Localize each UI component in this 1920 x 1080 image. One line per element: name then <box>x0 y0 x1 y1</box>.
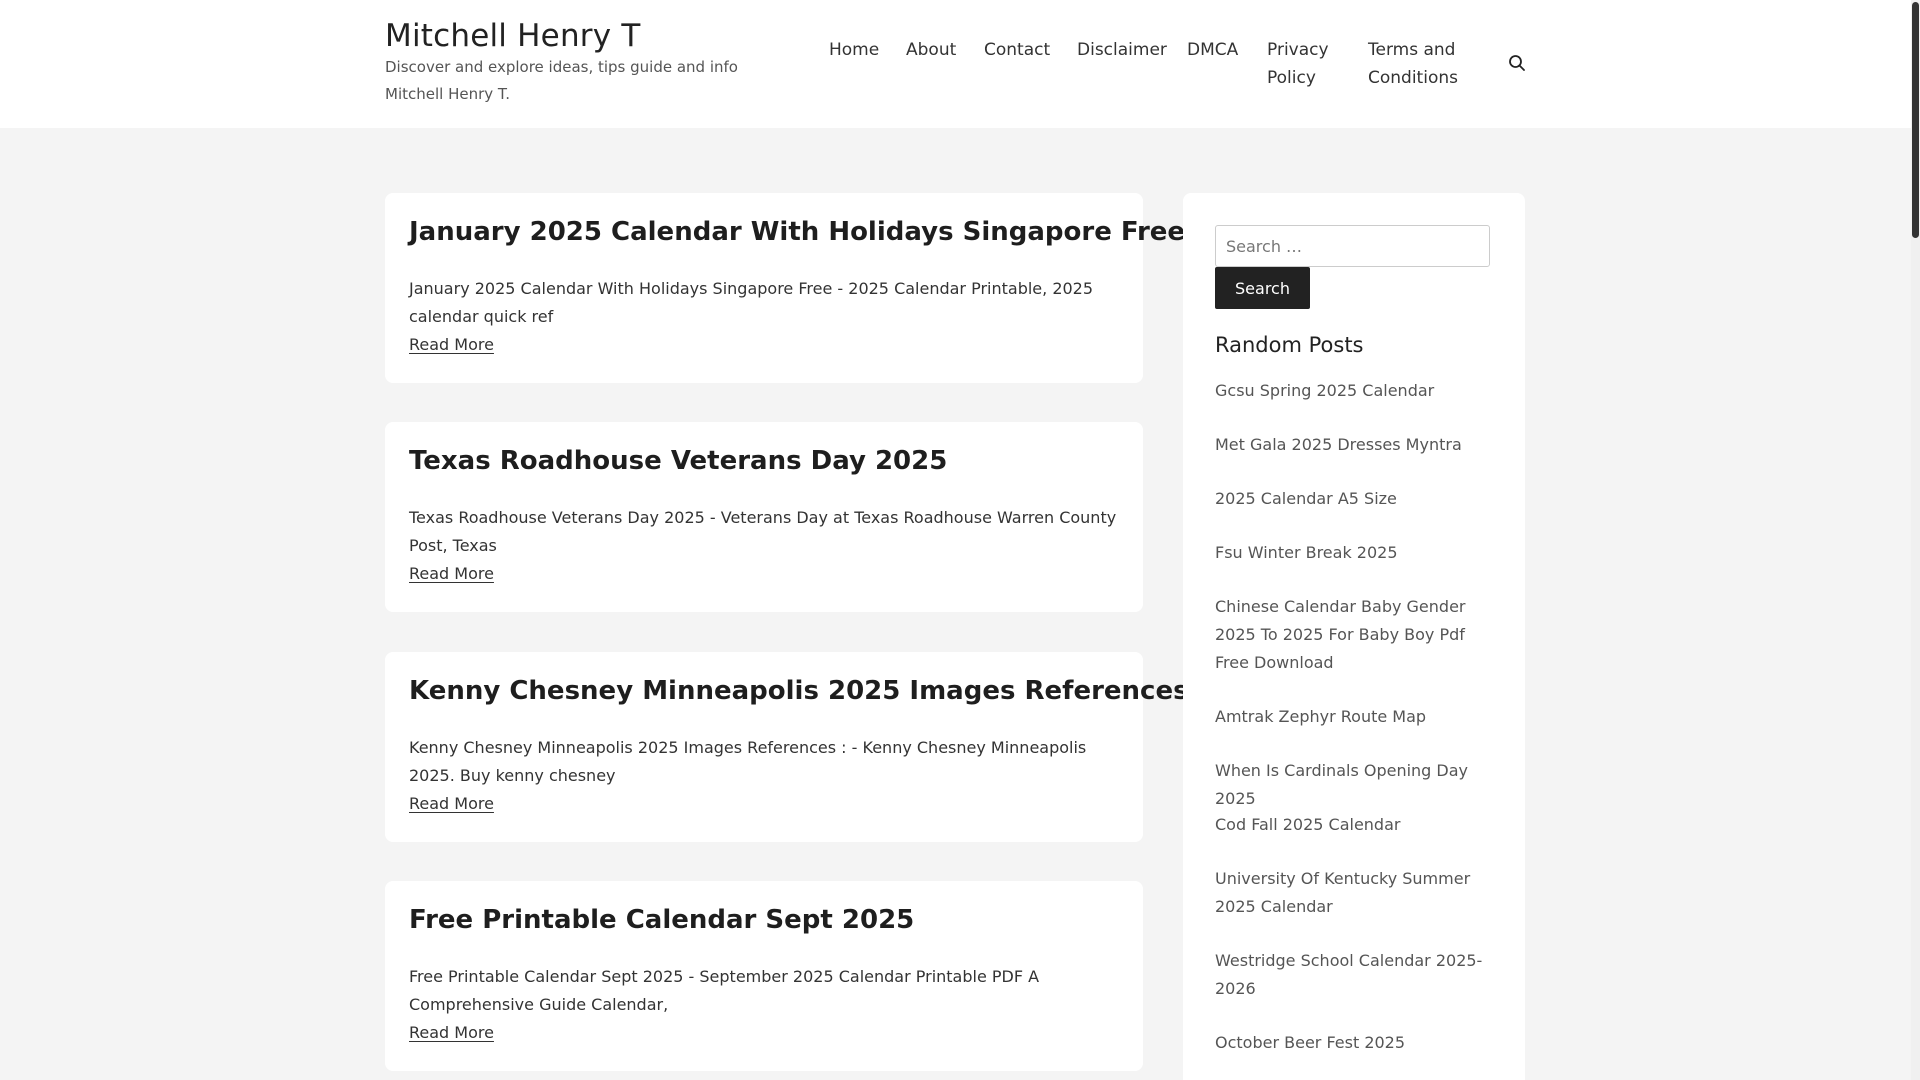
scrollbar[interactable] <box>1911 0 1920 1080</box>
site-description: Discover and explore ideas, tips guide a… <box>385 58 738 103</box>
read-more-link[interactable]: Read More <box>409 560 494 588</box>
search-icon[interactable] <box>1508 54 1526 72</box>
random-post-link[interactable]: Met Gala 2025 Dresses Myntra <box>1215 431 1501 459</box>
random-post-link[interactable]: University Of Kentucky Summer 2025 Calen… <box>1215 865 1501 921</box>
nav-item-terms-and-conditions[interactable]: Terms and Conditions <box>1368 36 1463 92</box>
nav-item-about[interactable]: About <box>906 36 956 64</box>
post-card: January 2025 Calendar With Holidays Sing… <box>385 193 1185 383</box>
random-post-link[interactable]: 2025 Calendar A5 Size <box>1215 485 1501 513</box>
nav-item-dmca[interactable]: DMCA <box>1187 36 1238 64</box>
random-post-link[interactable]: Chinese Calendar Baby Gender 2025 To 202… <box>1215 593 1501 677</box>
post-card: Kenny Chesney Minneapolis 2025 Images Re… <box>385 652 1208 842</box>
sidebar-search-input[interactable] <box>1215 225 1490 267</box>
nav-item-privacy-policy[interactable]: Privacy Policy <box>1267 36 1337 92</box>
post-excerpt: Texas Roadhouse Veterans Day 2025 - Vete… <box>409 508 1117 555</box>
random-post-link[interactable]: Amtrak Zephyr Route Map <box>1215 703 1501 731</box>
sidebar: Search Random Posts Gcsu Spring 2025 Cal… <box>1183 193 1525 1080</box>
read-more-link[interactable]: Read More <box>409 331 494 359</box>
post-card: Texas Roadhouse Veterans Day 2025 Texas … <box>385 422 1143 612</box>
nav-item-contact[interactable]: Contact <box>984 36 1050 64</box>
post-title[interactable]: January 2025 Calendar With Holidays Sing… <box>409 215 1185 249</box>
post-title[interactable]: Kenny Chesney Minneapolis 2025 Images Re… <box>409 674 1208 708</box>
read-more-link[interactable]: Read More <box>409 790 494 818</box>
random-post-link[interactable]: When Is Cardinals Opening Day 2025 <box>1215 757 1501 813</box>
post-excerpt: Free Printable Calendar Sept 2025 - Sept… <box>409 967 1040 1014</box>
nav-item-disclaimer[interactable]: Disclaimer <box>1077 36 1167 64</box>
random-post-link[interactable]: Westridge School Calendar 2025-2026 <box>1215 947 1501 1003</box>
post-card: Free Printable Calendar Sept 2025 Free P… <box>385 881 1143 1071</box>
random-post-link[interactable]: Gcsu Spring 2025 Calendar <box>1215 377 1501 405</box>
post-excerpt: Kenny Chesney Minneapolis 2025 Images Re… <box>409 738 1087 785</box>
random-post-link[interactable]: October Beer Fest 2025 <box>1215 1029 1501 1057</box>
nav-item-home[interactable]: Home <box>829 36 879 64</box>
scrollbar-thumb[interactable] <box>1912 2 1919 238</box>
post-title[interactable]: Free Printable Calendar Sept 2025 <box>409 903 1129 937</box>
site-title[interactable]: Mitchell Henry T <box>385 18 640 54</box>
post-excerpt: January 2025 Calendar With Holidays Sing… <box>409 279 1094 326</box>
random-post-link[interactable]: Cod Fall 2025 Calendar <box>1215 811 1501 839</box>
sidebar-search-button[interactable]: Search <box>1215 267 1310 309</box>
read-more-link[interactable]: Read More <box>409 1019 494 1047</box>
random-posts-heading: Random Posts <box>1215 333 1364 357</box>
site-header: Mitchell Henry T Discover and explore id… <box>0 0 1911 128</box>
post-title[interactable]: Texas Roadhouse Veterans Day 2025 <box>409 444 1129 478</box>
random-post-link[interactable]: Fsu Winter Break 2025 <box>1215 539 1501 567</box>
